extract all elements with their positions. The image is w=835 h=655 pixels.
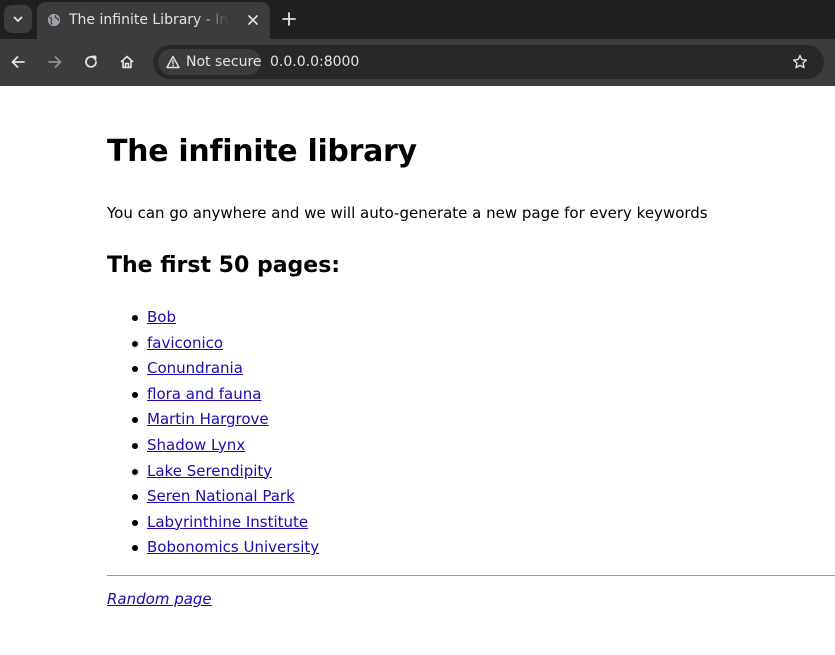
- list-item: Bobonomics University: [107, 536, 319, 562]
- list-item: Labyrinthine Institute: [107, 511, 319, 537]
- tab-search-button[interactable]: [4, 5, 32, 33]
- page-link-bob[interactable]: Bob: [147, 308, 176, 326]
- intro-text: You can go anywhere and we will auto-gen…: [107, 204, 708, 222]
- page-link-conundrania[interactable]: Conundrania: [147, 359, 243, 377]
- forward-arrow-icon: [48, 56, 62, 68]
- browser-tab-strip: The infinite Library - Infinite library: [0, 0, 835, 39]
- tab-title: The infinite Library - Infinite library: [69, 12, 229, 28]
- chevron-down-icon: [13, 16, 23, 22]
- pages-list-heading: The first 50 pages:: [107, 253, 341, 278]
- page-content: The infinite library You can go anywhere…: [0, 86, 835, 655]
- list-item: Martin Hargrove: [107, 408, 319, 434]
- list-item: Bob: [107, 306, 319, 332]
- browser-tab-active[interactable]: The infinite Library - Infinite library: [37, 2, 270, 39]
- globe-icon: [47, 13, 61, 27]
- list-item: flora and fauna: [107, 383, 319, 409]
- address-bar[interactable]: Not secure 0.0.0.0:8000: [153, 45, 824, 79]
- page-link-labyrinthine-institute[interactable]: Labyrinthine Institute: [147, 513, 308, 531]
- warning-icon: [166, 55, 180, 69]
- list-item: Shadow Lynx: [107, 434, 319, 460]
- list-item: Lake Serendipity: [107, 460, 319, 486]
- reload-button[interactable]: [79, 50, 103, 74]
- page-link-seren-national-park[interactable]: Seren National Park: [147, 487, 295, 505]
- page-title: The infinite library: [107, 134, 417, 169]
- page-link-flora-and-fauna[interactable]: flora and fauna: [147, 385, 261, 403]
- list-item: Seren National Park: [107, 485, 319, 511]
- list-item: faviconico: [107, 332, 319, 358]
- security-status-label: Not secure: [186, 54, 262, 70]
- plus-icon: [282, 12, 296, 26]
- page-link-martin-hargrove[interactable]: Martin Hargrove: [147, 410, 269, 428]
- reload-icon: [85, 55, 97, 68]
- page-link-faviconico[interactable]: faviconico: [147, 334, 223, 352]
- page-link-shadow-lynx[interactable]: Shadow Lynx: [147, 436, 245, 454]
- new-tab-button[interactable]: [278, 8, 300, 30]
- home-icon: [120, 55, 134, 69]
- tab-close-button[interactable]: [244, 11, 262, 29]
- random-page-link[interactable]: Random page: [107, 589, 212, 609]
- forward-button[interactable]: [43, 50, 67, 74]
- home-button[interactable]: [115, 50, 139, 74]
- divider: [107, 575, 835, 576]
- star-icon: [792, 54, 808, 69]
- url-text[interactable]: 0.0.0.0:8000: [270, 53, 359, 71]
- close-icon: [248, 15, 258, 25]
- back-button[interactable]: [6, 50, 30, 74]
- site-info-button[interactable]: Not secure: [158, 49, 262, 75]
- browser-toolbar: Not secure 0.0.0.0:8000: [0, 39, 835, 86]
- page-link-bobonomics-university[interactable]: Bobonomics University: [147, 538, 319, 556]
- list-item: Conundrania: [107, 357, 319, 383]
- back-arrow-icon: [11, 56, 25, 68]
- bookmark-button[interactable]: [790, 52, 810, 72]
- pages-list: Bob faviconico Conundrania flora and fau…: [107, 306, 319, 562]
- page-link-lake-serendipity[interactable]: Lake Serendipity: [147, 462, 272, 480]
